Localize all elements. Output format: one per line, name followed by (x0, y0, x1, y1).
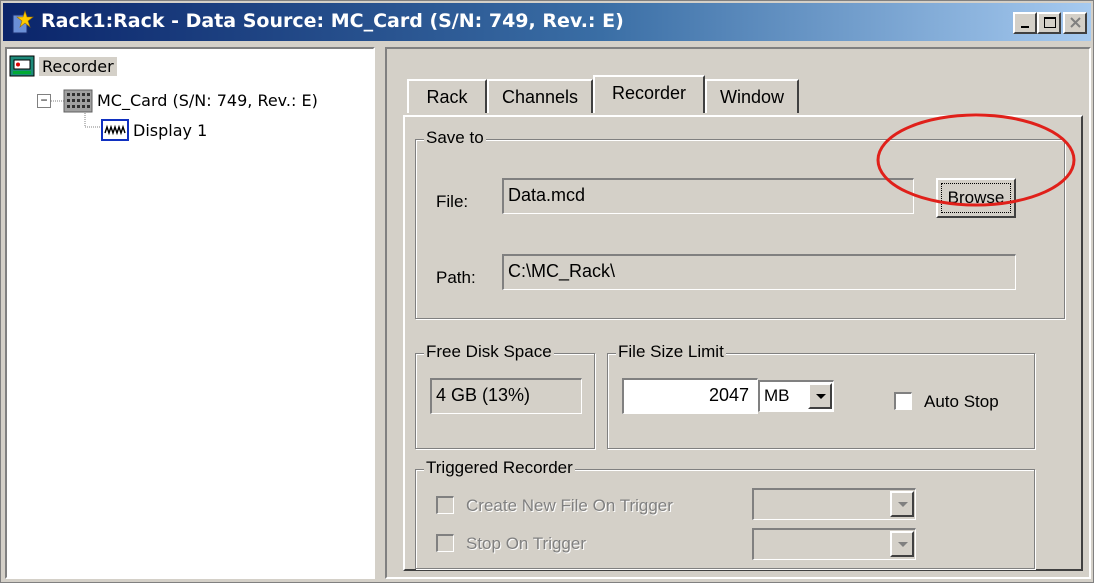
main-window: Rack1:Rack - Data Source: MC_Card (S/N: … (0, 0, 1094, 583)
maximize-icon (1044, 17, 1056, 28)
file-field[interactable]: Data.mcd (502, 178, 914, 214)
triggered-recorder-group: Triggered Recorder Create New File On Tr… (415, 458, 1035, 569)
stop-on-trigger-checkbox[interactable] (436, 534, 454, 552)
tab-window[interactable]: Window (705, 79, 799, 113)
file-size-limit-group: File Size Limit 2047 MB Auto Stop (607, 342, 1035, 449)
tree-item-display-1[interactable]: Display 1 (133, 121, 207, 140)
auto-stop-checkbox[interactable] (894, 392, 912, 410)
file-size-limit-label: File Size Limit (616, 342, 726, 362)
app-icon (12, 10, 34, 34)
dropdown-button[interactable] (890, 531, 914, 557)
pane-splitter[interactable] (377, 47, 385, 579)
collapse-toggle[interactable]: − (37, 94, 51, 108)
window-title: Rack1:Rack - Data Source: MC_Card (S/N: … (41, 10, 624, 32)
free-disk-space-group: Free Disk Space 4 GB (13%) (415, 342, 595, 449)
title-bar[interactable]: Rack1:Rack - Data Source: MC_Card (S/N: … (3, 3, 1091, 41)
close-button[interactable] (1063, 12, 1087, 34)
free-disk-space-value: 4 GB (13%) (430, 378, 582, 414)
free-disk-space-label: Free Disk Space (424, 342, 554, 362)
tab-rack[interactable]: Rack (407, 79, 487, 113)
dropdown-button[interactable] (890, 491, 914, 517)
card-icon (63, 89, 93, 113)
auto-stop-label: Auto Stop (924, 392, 999, 411)
chevron-down-icon (898, 502, 908, 507)
file-label: File: (436, 192, 469, 211)
save-to-label: Save to (424, 128, 486, 148)
dropdown-button[interactable] (808, 383, 832, 409)
create-new-file-select[interactable] (752, 488, 916, 520)
maximize-button[interactable] (1037, 12, 1061, 34)
minimize-icon (1021, 26, 1029, 28)
tree-pane[interactable]: Recorder − MC_Card (S/N: 749, Rev.: E) D… (5, 47, 375, 579)
tree-item-recorder[interactable]: Recorder (39, 57, 117, 76)
file-size-limit-input[interactable]: 2047 (622, 378, 758, 414)
file-size-unit-select[interactable]: MB (758, 380, 834, 412)
chevron-down-icon (898, 542, 908, 547)
tree-item-mc-card[interactable]: MC_Card (S/N: 749, Rev.: E) (97, 91, 318, 110)
stop-on-trigger-label: Stop On Trigger (466, 534, 587, 553)
tab-recorder[interactable]: Recorder (593, 75, 705, 113)
create-new-file-checkbox[interactable] (436, 496, 454, 514)
file-size-unit-value: MB (764, 386, 790, 405)
stop-on-trigger-select[interactable] (752, 528, 916, 560)
close-icon (1070, 17, 1081, 28)
create-new-file-label: Create New File On Trigger (466, 496, 673, 515)
path-label: Path: (436, 268, 476, 287)
triggered-recorder-label: Triggered Recorder (424, 458, 575, 478)
tab-channels[interactable]: Channels (487, 79, 593, 113)
recorder-icon (9, 55, 35, 77)
display-icon (101, 119, 129, 141)
minimize-button[interactable] (1013, 12, 1037, 34)
highlight-ellipse (876, 113, 1076, 207)
path-field[interactable]: C:\MC_Rack\ (502, 254, 1016, 290)
chevron-down-icon (816, 394, 826, 399)
